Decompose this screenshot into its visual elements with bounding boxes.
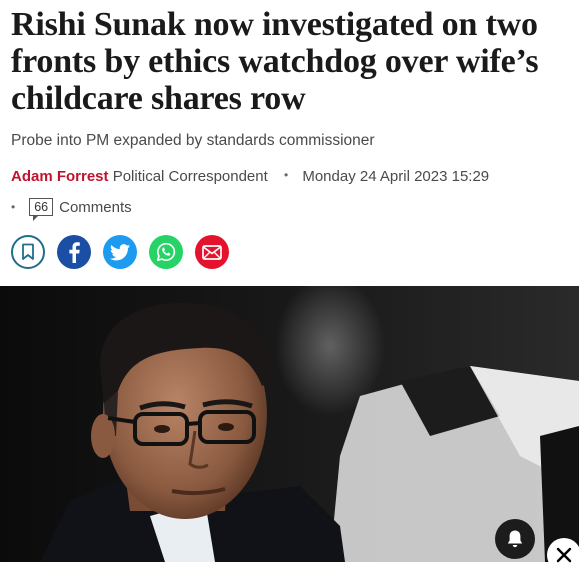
twitter-icon [110,243,130,260]
comments-separator: • [11,200,16,214]
bookmark-icon [22,243,34,260]
email-icon [202,244,222,260]
author-role: Political Correspondent [112,168,268,185]
comments-link[interactable]: • 66 Comments [11,198,132,221]
publish-timestamp: Monday 24 April 2023 15:29 [302,168,490,185]
byline-separator: • [283,168,289,182]
byline: Adam Forrest Political Correspondent • M… [11,168,489,185]
author-link[interactable]: Adam Forrest [11,168,109,185]
share-facebook-button[interactable] [57,235,91,269]
article-standfirst: Probe into PM expanded by standards comm… [11,132,375,149]
close-icon [556,547,572,563]
lead-photo [0,286,579,562]
close-ad-button[interactable] [547,538,579,572]
comment-count-badge: 66 [29,198,54,221]
portrait-illustration [0,286,579,562]
notification-button[interactable] [495,519,535,559]
share-bar [11,235,229,269]
comments-label: Comments [59,198,132,216]
facebook-icon [69,242,80,263]
bell-icon [507,530,523,548]
share-email-button[interactable] [195,235,229,269]
share-twitter-button[interactable] [103,235,137,269]
share-whatsapp-button[interactable] [149,235,183,269]
whatsapp-icon [156,242,176,262]
bookmark-button[interactable] [11,235,45,269]
article-headline: Rishi Sunak now investigated on two fron… [11,6,539,117]
